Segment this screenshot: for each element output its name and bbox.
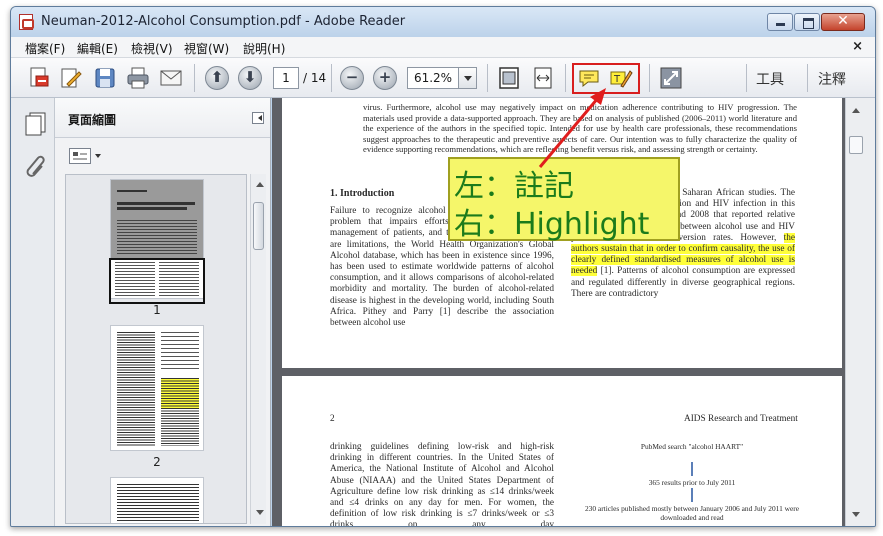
thumbnail-options-icon[interactable]: [69, 148, 91, 164]
scroll-up-arrow[interactable]: [256, 178, 264, 187]
close-document-button[interactable]: ×: [852, 39, 863, 54]
thumbnail-label: 2: [153, 455, 161, 469]
minimize-button[interactable]: [767, 13, 793, 31]
flowchart-arrow: [691, 462, 693, 476]
zoom-out-icon[interactable]: −: [340, 66, 364, 90]
email-icon[interactable]: [159, 66, 183, 90]
thumbnail-page-2[interactable]: [110, 325, 204, 451]
thumbnail-panel-title: 頁面縮圖: [68, 113, 117, 127]
scroll-down-arrow[interactable]: [256, 510, 264, 519]
menu-help[interactable]: 說明(H): [243, 40, 285, 57]
toolbar-separator: [194, 64, 195, 92]
page-down-icon[interactable]: ⬇: [238, 66, 262, 90]
zoom-level-input[interactable]: 61.2%: [407, 67, 459, 89]
close-window-button[interactable]: ✕: [821, 13, 865, 31]
callout-line-2: 右：Highlight: [454, 207, 650, 242]
comment-pane-button[interactable]: 注釋: [818, 69, 846, 89]
document-scrollbar[interactable]: [845, 98, 875, 526]
left-column-text: drinking guidelines defining low-risk an…: [330, 442, 554, 527]
page-number-input[interactable]: 1: [273, 67, 299, 89]
menu-edit[interactable]: 編輯(E): [77, 40, 118, 57]
zoom-in-icon[interactable]: +: [373, 66, 397, 90]
page-total: / 14: [303, 71, 327, 85]
create-pdf-icon[interactable]: [27, 66, 51, 90]
edit-pdf-icon[interactable]: [59, 66, 83, 90]
pdf-app-icon: [19, 14, 34, 30]
menu-view[interactable]: 檢視(V): [131, 40, 173, 57]
thumbnail-label: 1: [153, 303, 161, 317]
title-bar: Neuman-2012-Alcohol Consumption.pdf - Ad…: [11, 7, 875, 37]
print-icon[interactable]: [126, 66, 150, 90]
pdf-page-2: 2 AIDS Research and Treatment drinking g…: [282, 376, 842, 527]
flowchart-arrow: [691, 488, 693, 502]
flowchart-box-2: 365 results prior to July 2011: [648, 478, 736, 487]
toolbar-separator: [807, 64, 808, 92]
annotation-callout: 左：註記 右：Highlight: [448, 157, 680, 242]
right-column-text-end: [1]. Patterns of alcohol consumption are…: [571, 266, 795, 299]
fullscreen-icon[interactable]: [659, 66, 683, 90]
thumbnail-scrollbar[interactable]: [250, 174, 266, 524]
thumbnail-list[interactable]: 1 2: [65, 174, 247, 524]
window-title: Neuman-2012-Alcohol Consumption.pdf - Ad…: [41, 14, 406, 29]
scroll-up-arrow[interactable]: [852, 104, 860, 113]
menu-window[interactable]: 視窗(W): [184, 40, 229, 57]
fit-page-icon[interactable]: [497, 66, 521, 90]
page-up-icon[interactable]: ⬆: [205, 66, 229, 90]
close-icon: ✕: [837, 13, 849, 29]
toolbar-separator: [331, 64, 332, 92]
thumbnail-panel: 頁面縮圖 1 2: [55, 98, 271, 526]
abstract-paragraph: virus. Furthermore, alcohol use may nega…: [363, 102, 797, 154]
menu-file[interactable]: 檔案(F): [25, 40, 65, 57]
attachments-icon[interactable]: [25, 154, 47, 181]
navigation-strip: [11, 98, 55, 526]
running-head: AIDS Research and Treatment: [684, 414, 798, 424]
maximize-button[interactable]: [794, 13, 820, 31]
collapse-panel-button[interactable]: [252, 112, 264, 124]
chevron-down-icon[interactable]: [95, 154, 101, 161]
section-heading: 1. Introduction: [330, 188, 395, 199]
tools-pane-button[interactable]: 工具: [756, 69, 784, 89]
menu-bar: 檔案(F) 編輯(E) 檢視(V) 視窗(W) 說明(H) ×: [11, 37, 875, 58]
flowchart-box-1: PubMed search "alcohol HAART": [640, 442, 744, 451]
document-scroll-thumb[interactable]: [849, 136, 863, 154]
scroll-down-arrow[interactable]: [852, 512, 860, 521]
toolbar-separator: [649, 64, 650, 92]
save-icon[interactable]: [93, 66, 117, 90]
toolbar-separator: [487, 64, 488, 92]
thumbnail-panel-header: 頁面縮圖: [55, 98, 270, 138]
zoom-dropdown-button[interactable]: [459, 67, 477, 89]
flowchart-box-3: 230 articles published mostly between Ja…: [584, 504, 799, 522]
thumbnail-scroll-thumb[interactable]: [253, 202, 264, 250]
thumbnail-page-1[interactable]: [109, 179, 205, 304]
toolbar: ⬆ ⬇ 1 / 14 − + 61.2% T 工具 注釋: [11, 58, 875, 98]
thumbnail-page-3[interactable]: [110, 477, 204, 523]
annotation-tools-highlight-box: [572, 63, 640, 94]
app-window: Neuman-2012-Alcohol Consumption.pdf - Ad…: [10, 6, 876, 527]
page-number: 2: [330, 414, 335, 424]
toolbar-separator: [746, 64, 747, 92]
toolbar-separator: [565, 64, 566, 92]
page-thumbnails-icon[interactable]: [25, 112, 47, 139]
fit-width-icon[interactable]: [531, 66, 555, 90]
